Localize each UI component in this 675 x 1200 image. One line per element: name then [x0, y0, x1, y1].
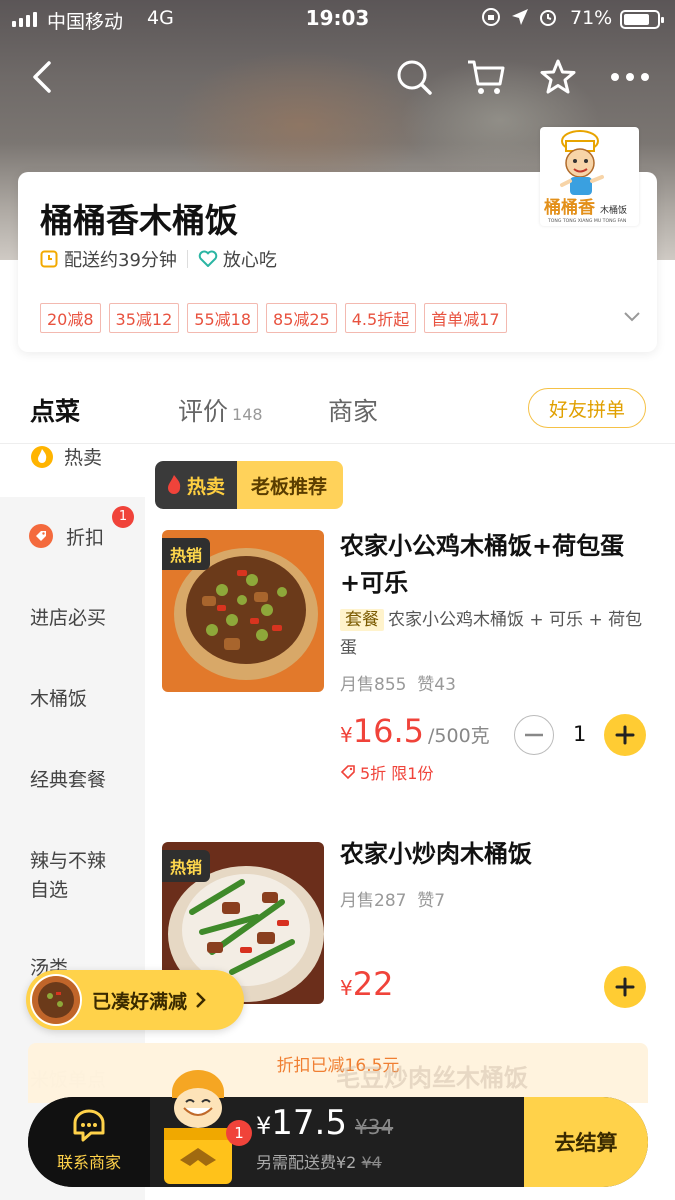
battery-icon — [620, 10, 664, 29]
logo-text: 桶桶香 — [544, 197, 595, 218]
hot-label: 热卖 — [155, 461, 238, 509]
chevron-right-icon — [196, 992, 206, 1008]
contact-merchant-button[interactable]: 联系商家 — [28, 1097, 150, 1187]
promo-tag: 首单减17 — [424, 303, 507, 333]
tab-reviews[interactable]: 评价 148 — [178, 392, 263, 428]
promo-tag: 35减12 — [108, 303, 180, 333]
status-bar: 中国移动 4G 19:03 71% — [0, 0, 675, 38]
dish-name-partial: 毛豆炒肉丝木桶饭 — [336, 1064, 528, 1092]
quantity-value: 1 — [573, 722, 587, 746]
rotation-lock-icon — [482, 8, 500, 26]
sidebar-item-label: 折扣 — [66, 527, 105, 549]
logo-pinyin: TONG TONG XIANG MU TONG FAN — [547, 218, 626, 224]
tab-merchant[interactable]: 商家 — [328, 392, 378, 428]
discount-tag-icon — [340, 765, 355, 780]
currency-symbol: ¥ — [256, 1112, 272, 1140]
delivery-time: 配送约39分钟 — [64, 250, 177, 271]
chevron-down-icon[interactable] — [623, 308, 641, 327]
recommend-label: 老板推荐 — [237, 461, 344, 509]
dish-thumbnail — [30, 974, 82, 1026]
sidebar-item-must-buy[interactable]: 进店必买 — [0, 603, 145, 630]
full-reduction-text: 已凑好满减 — [92, 990, 188, 1013]
hot-label-text: 热卖 — [187, 475, 226, 498]
safe-eat-label: 放心吃 — [222, 250, 277, 271]
delivery-time-icon — [40, 250, 58, 268]
dish-sales: 月售855 赞43 — [340, 670, 456, 695]
alarm-icon — [540, 10, 556, 26]
price-value: 16.5 — [352, 712, 424, 750]
status-icons — [480, 6, 558, 28]
more-options-icon[interactable] — [608, 55, 652, 99]
flame-icon — [31, 446, 53, 468]
currency-symbol: ¥ — [340, 723, 353, 747]
review-count: 148 — [232, 405, 263, 424]
store-logo: 桶桶香 木桶饭 TONG TONG XIANG MU TONG FAN — [540, 127, 639, 226]
hot-sale-badge: 热销 — [162, 850, 211, 882]
battery-percent: 71% — [570, 7, 613, 29]
tab-reviews-label: 评价 — [178, 397, 229, 426]
dish-name[interactable]: 农家小公鸡木桶饭+荷包蛋+可乐 — [340, 528, 660, 602]
promo-tag: 55减18 — [187, 303, 259, 333]
add-to-cart-button[interactable] — [604, 714, 646, 756]
delivery-fee: 另需配送费¥2 ¥4 — [256, 1149, 382, 1173]
sidebar-item-bucket-rice[interactable]: 木桶饭 — [0, 684, 145, 711]
dish-discount: 5折 限1份 — [340, 760, 433, 784]
promo-tag: 20减8 — [40, 303, 101, 333]
dish-name[interactable]: 农家小炒肉木桶饭 — [340, 836, 660, 873]
cart-total: ¥17.5 — [256, 1103, 347, 1143]
flame-icon — [168, 475, 181, 494]
sidebar-item-spicy-choice[interactable]: 辣与不辣 自选 — [0, 847, 145, 905]
combo-tag: 套餐 — [340, 609, 384, 631]
total-value: 17.5 — [271, 1103, 347, 1143]
price-unit: /500克 — [427, 725, 490, 747]
location-icon — [512, 9, 528, 25]
cart-bar: 联系商家 ¥17.5 ¥34 另需配送费¥2 ¥4 去结算 — [28, 1097, 648, 1187]
heart-icon — [198, 250, 218, 267]
cart-count-badge: 1 — [226, 1120, 252, 1146]
original-price: ¥34 — [355, 1115, 394, 1139]
sidebar-item-classic-combo[interactable]: 经典套餐 — [0, 765, 145, 792]
full-reduction-pill[interactable]: 已凑好满减 — [26, 970, 244, 1030]
count-badge: 1 — [112, 506, 134, 528]
delivery-fee-original: ¥4 — [361, 1153, 382, 1172]
hot-sale-badge: 热销 — [162, 538, 211, 570]
sidebar-item-hot[interactable]: 热卖 — [0, 445, 145, 497]
dish-price: ¥22 — [340, 965, 393, 1003]
dish-description: 套餐 农家小公鸡木桶饭 + 可乐 + 荷包蛋 — [340, 606, 650, 662]
store-tabs: 点菜 评价 148 商家 好友拼单 — [0, 380, 675, 444]
contact-merchant-label: 联系商家 — [56, 1153, 121, 1172]
logo-subtext: 木桶饭 — [600, 204, 627, 216]
cart-icon[interactable] — [464, 55, 508, 99]
add-to-cart-button[interactable] — [604, 966, 646, 1008]
monthly-sales: 月售287 — [340, 891, 407, 911]
currency-symbol: ¥ — [340, 976, 353, 1000]
search-icon[interactable] — [392, 55, 436, 99]
like-count: 赞43 — [417, 675, 456, 695]
chat-icon — [73, 1109, 105, 1142]
price-value: 22 — [352, 965, 394, 1003]
discount-text: 5折 限1份 — [360, 764, 434, 783]
store-name: 桶桶香木桶饭 — [40, 201, 238, 240]
checkout-button[interactable]: 去结算 — [524, 1097, 648, 1187]
dish-sales: 月售287 赞7 — [340, 886, 445, 911]
promo-tag: 4.5折起 — [344, 303, 417, 333]
group-order-button[interactable]: 好友拼单 — [528, 388, 646, 428]
back-icon[interactable] — [20, 55, 64, 99]
section-header-hot: 热卖 老板推荐 — [155, 461, 344, 509]
store-meta: 配送约39分钟 放心吃 — [40, 246, 277, 272]
favorite-star-icon[interactable] — [536, 55, 580, 99]
combo-items: 农家小公鸡木桶饭 + 可乐 + 荷包蛋 — [340, 610, 643, 658]
dish-image[interactable]: 热销 — [162, 530, 324, 692]
decrease-quantity-button[interactable] — [514, 715, 554, 755]
promo-tags[interactable]: 20减8 35减12 55减18 85减25 4.5折起 首单减17 — [40, 303, 507, 333]
monthly-sales: 月售855 — [340, 675, 407, 695]
tab-order[interactable]: 点菜 — [30, 392, 80, 428]
delivery-fee-text: 另需配送费¥2 — [256, 1153, 357, 1172]
dish-price: ¥16.5/500克 — [340, 712, 490, 750]
like-count: 赞7 — [417, 891, 446, 911]
promo-tag: 85减25 — [266, 303, 337, 333]
discount-tag-icon — [29, 524, 53, 548]
sidebar-item-label: 热卖 — [64, 447, 103, 469]
